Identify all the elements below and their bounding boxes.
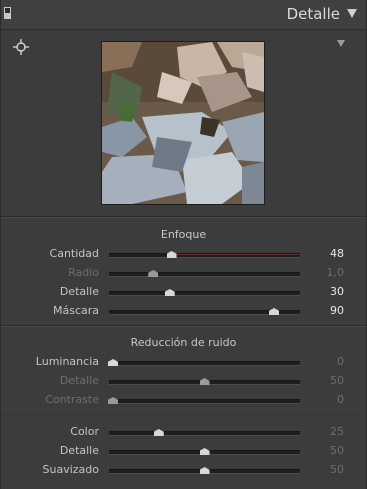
sharpening-detalle-label: Detalle [59,285,99,298]
noise-suavizado-value[interactable]: 50 [304,463,344,476]
sharpening-detalle-slider[interactable] [109,291,300,296]
noise-detalle-value[interactable]: 50 [304,374,344,387]
noise-suavizado-label: Suavizado [42,463,100,476]
sharpening-radio-label: Radio [68,266,99,279]
noise-luminancia-slider[interactable] [109,361,300,366]
sharpening-radio-value[interactable]: 1,0 [304,266,345,279]
noise-color-value[interactable]: 25 [304,425,344,438]
noise-detalle-label: Detalle [59,444,99,457]
noise-detalle-value[interactable]: 50 [304,444,344,457]
detail-preview-image[interactable] [101,41,265,205]
target-adjustment-icon[interactable] [13,39,29,55]
noise-luminancia-value[interactable]: 0 [304,355,344,368]
sharpening-radio-slider[interactable] [109,272,300,277]
collapse-triangle-icon[interactable] [347,9,357,18]
noise-contraste-label: Contraste [45,393,99,406]
sharpening-mascara-label: Máscara [52,304,99,317]
noise-contraste-slider[interactable] [109,399,300,404]
sharpening-title: Enfoque [160,228,207,241]
noise-color-slider[interactable] [109,431,300,436]
divider [1,216,366,218]
panel-switch-icon[interactable] [4,7,11,19]
sharpening-mascara-value[interactable]: 90 [304,304,344,317]
sharpening-cantidad-slider[interactable] [109,253,300,258]
sharpening-cantidad-label: Cantidad [49,247,99,260]
sharpening-detalle-value[interactable]: 30 [304,285,344,298]
divider [1,414,366,415]
noise-color-label: Color [70,425,99,438]
panel-header[interactable]: Detalle [1,0,366,30]
noise-reduction-title: Reducción de ruido [130,336,237,349]
noise-luminancia-label: Luminancia [35,355,99,368]
preview-menu-triangle-icon[interactable] [337,40,345,47]
sharpening-cantidad-value[interactable]: 48 [304,247,344,260]
noise-detalle-label: Detalle [59,374,99,387]
panel-title: Detalle [286,5,340,23]
divider [1,325,366,327]
detail-panel: Detalle Enfoque Cantidad 48 Radio 1,0 De… [0,0,367,489]
noise-contraste-value[interactable]: 0 [304,393,344,406]
